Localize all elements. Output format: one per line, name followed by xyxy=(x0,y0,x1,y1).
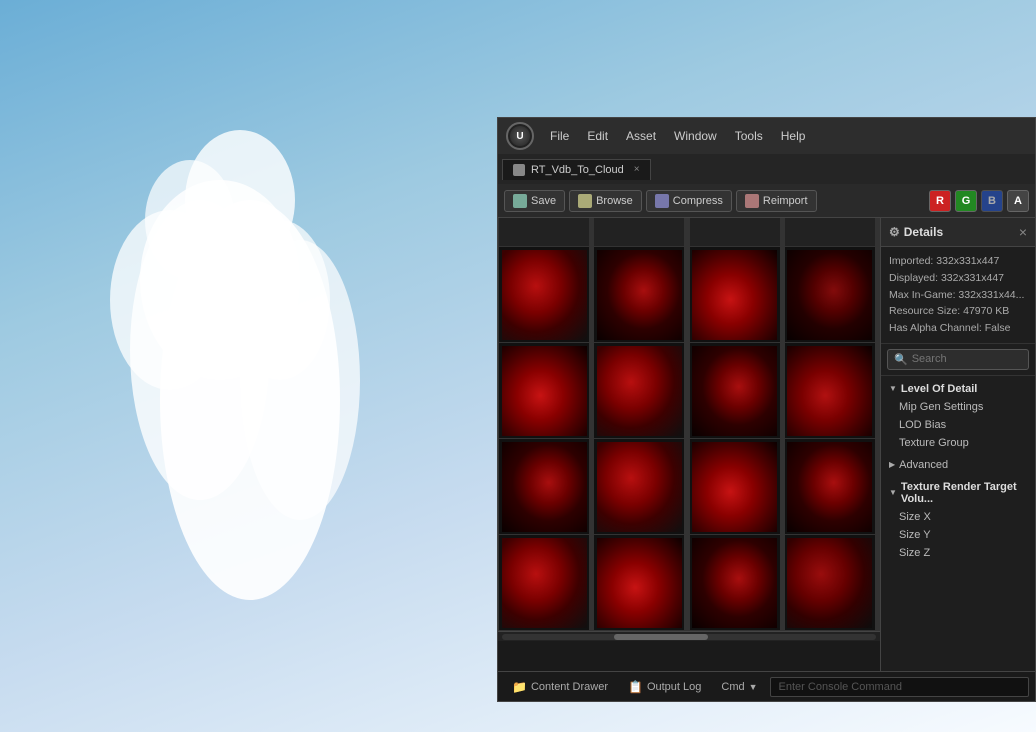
texture-group-item[interactable]: Texture Group xyxy=(881,434,1035,452)
list-item[interactable] xyxy=(690,439,780,534)
render-target-section-header[interactable]: ▼ Texture Render Target Volu... xyxy=(881,478,1035,508)
tab-close-button[interactable]: × xyxy=(634,164,640,175)
search-icon: 🔍 xyxy=(894,353,908,366)
texture-grid xyxy=(498,218,880,671)
list-item[interactable] xyxy=(594,247,684,342)
content-drawer-label: Content Drawer xyxy=(531,681,608,693)
table-row xyxy=(594,218,684,246)
editor-window: U File Edit Asset Window Tools Help RT_V… xyxy=(497,117,1036,702)
list-item[interactable] xyxy=(785,439,875,534)
list-item[interactable] xyxy=(499,343,589,438)
lod-section-header[interactable]: ▼ Level Of Detail xyxy=(881,380,1035,398)
cmd-button[interactable]: Cmd ▼ xyxy=(713,678,765,696)
tab-bar: RT_Vdb_To_Cloud × xyxy=(498,154,1035,184)
size-x-item[interactable]: Size X xyxy=(881,508,1035,526)
list-item[interactable] xyxy=(499,535,589,630)
table-row xyxy=(785,218,875,246)
size-z-item[interactable]: Size Z xyxy=(881,544,1035,562)
details-info-section: Imported: 332x331x447 Displayed: 332x331… xyxy=(881,247,1035,344)
horizontal-scrollbar[interactable] xyxy=(498,631,880,641)
tab-rt-vdb[interactable]: RT_Vdb_To_Cloud × xyxy=(502,159,651,180)
menu-help[interactable]: Help xyxy=(773,125,814,147)
advanced-section-header[interactable]: ▶ Advanced xyxy=(881,456,1035,474)
has-alpha-info: Has Alpha Channel: False xyxy=(889,320,1027,337)
channel-g-button[interactable]: G xyxy=(955,190,977,212)
list-item[interactable] xyxy=(499,247,589,342)
save-icon xyxy=(513,194,527,208)
advanced-label: Advanced xyxy=(899,459,948,471)
details-header: ⚙ Details × xyxy=(881,218,1035,247)
output-log-button[interactable]: 📋 Output Log xyxy=(620,677,709,697)
list-item[interactable] xyxy=(690,343,780,438)
status-bar: 📁 Content Drawer 📋 Output Log Cmd ▼ xyxy=(498,671,1035,701)
browse-button[interactable]: Browse xyxy=(569,190,642,212)
menu-window[interactable]: Window xyxy=(666,125,725,147)
save-button[interactable]: Save xyxy=(504,190,565,212)
menu-tools[interactable]: Tools xyxy=(727,125,771,147)
content-drawer-icon: 📁 xyxy=(512,680,527,694)
details-title-label: Details xyxy=(904,225,943,239)
texture-grid-container xyxy=(498,218,880,631)
search-input[interactable] xyxy=(912,353,1022,365)
toolbar: Save Browse Compress Reimport R G B A xyxy=(498,184,1035,218)
details-close-button[interactable]: × xyxy=(1019,224,1027,240)
list-item[interactable] xyxy=(594,535,684,630)
list-item[interactable] xyxy=(594,343,684,438)
title-bar: U File Edit Asset Window Tools Help xyxy=(498,118,1035,154)
compress-button[interactable]: Compress xyxy=(646,190,732,212)
displayed-info: Displayed: 332x331x447 xyxy=(889,270,1027,287)
tab-icon xyxy=(513,164,525,176)
menu-file[interactable]: File xyxy=(542,125,577,147)
list-item[interactable] xyxy=(690,247,780,342)
menu-asset[interactable]: Asset xyxy=(618,125,664,147)
list-item[interactable] xyxy=(690,535,780,630)
table-row xyxy=(499,218,589,246)
menu-edit[interactable]: Edit xyxy=(579,125,616,147)
render-target-label: Texture Render Target Volu... xyxy=(901,481,1027,505)
advanced-arrow-icon: ▶ xyxy=(889,460,895,469)
scrollbar-track xyxy=(502,634,876,640)
list-item[interactable] xyxy=(785,343,875,438)
lod-section: ▼ Level Of Detail Mip Gen Settings LOD B… xyxy=(881,376,1035,456)
render-target-arrow-icon: ▼ xyxy=(889,488,897,497)
lod-section-label: Level Of Detail xyxy=(901,383,977,395)
scrollbar-thumb[interactable] xyxy=(614,634,708,640)
list-item[interactable] xyxy=(594,439,684,534)
output-log-label: Output Log xyxy=(647,681,701,693)
output-log-icon: 📋 xyxy=(628,680,643,694)
table-row xyxy=(690,218,780,246)
details-title-bar: ⚙ Details xyxy=(889,225,943,239)
list-item[interactable] xyxy=(785,535,875,630)
details-icon: ⚙ xyxy=(889,225,900,239)
channel-b-button[interactable]: B xyxy=(981,190,1003,212)
content-area: ⚙ Details × Imported: 332x331x447 Displa… xyxy=(498,218,1035,671)
mip-gen-settings-item[interactable]: Mip Gen Settings xyxy=(881,398,1035,416)
cmd-chevron-icon: ▼ xyxy=(749,682,758,692)
resource-size-info: Resource Size: 47970 KB xyxy=(889,303,1027,320)
reimport-icon xyxy=(745,194,759,208)
console-input[interactable] xyxy=(770,677,1029,697)
details-panel: ⚙ Details × Imported: 332x331x447 Displa… xyxy=(880,218,1035,671)
tab-label: RT_Vdb_To_Cloud xyxy=(531,164,624,176)
content-drawer-button[interactable]: 📁 Content Drawer xyxy=(504,677,616,697)
channel-a-button[interactable]: A xyxy=(1007,190,1029,212)
browse-icon xyxy=(578,194,592,208)
cmd-label: Cmd xyxy=(721,681,744,693)
search-box: 🔍 xyxy=(887,349,1029,370)
ue-logo: U xyxy=(506,122,534,150)
reimport-button[interactable]: Reimport xyxy=(736,190,817,212)
details-search-area: 🔍 xyxy=(881,344,1035,376)
cloud-svg xyxy=(0,0,500,730)
lod-bias-item[interactable]: LOD Bias xyxy=(881,416,1035,434)
lod-arrow-icon: ▼ xyxy=(889,384,897,393)
channel-r-button[interactable]: R xyxy=(929,190,951,212)
max-ingame-info: Max In-Game: 332x331x44... xyxy=(889,287,1027,304)
list-item[interactable] xyxy=(785,247,875,342)
imported-info: Imported: 332x331x447 xyxy=(889,253,1027,270)
size-y-item[interactable]: Size Y xyxy=(881,526,1035,544)
list-item[interactable] xyxy=(499,439,589,534)
menu-bar: File Edit Asset Window Tools Help xyxy=(542,125,1027,147)
render-target-section: ▼ Texture Render Target Volu... Size X S… xyxy=(881,474,1035,566)
compress-icon xyxy=(655,194,669,208)
